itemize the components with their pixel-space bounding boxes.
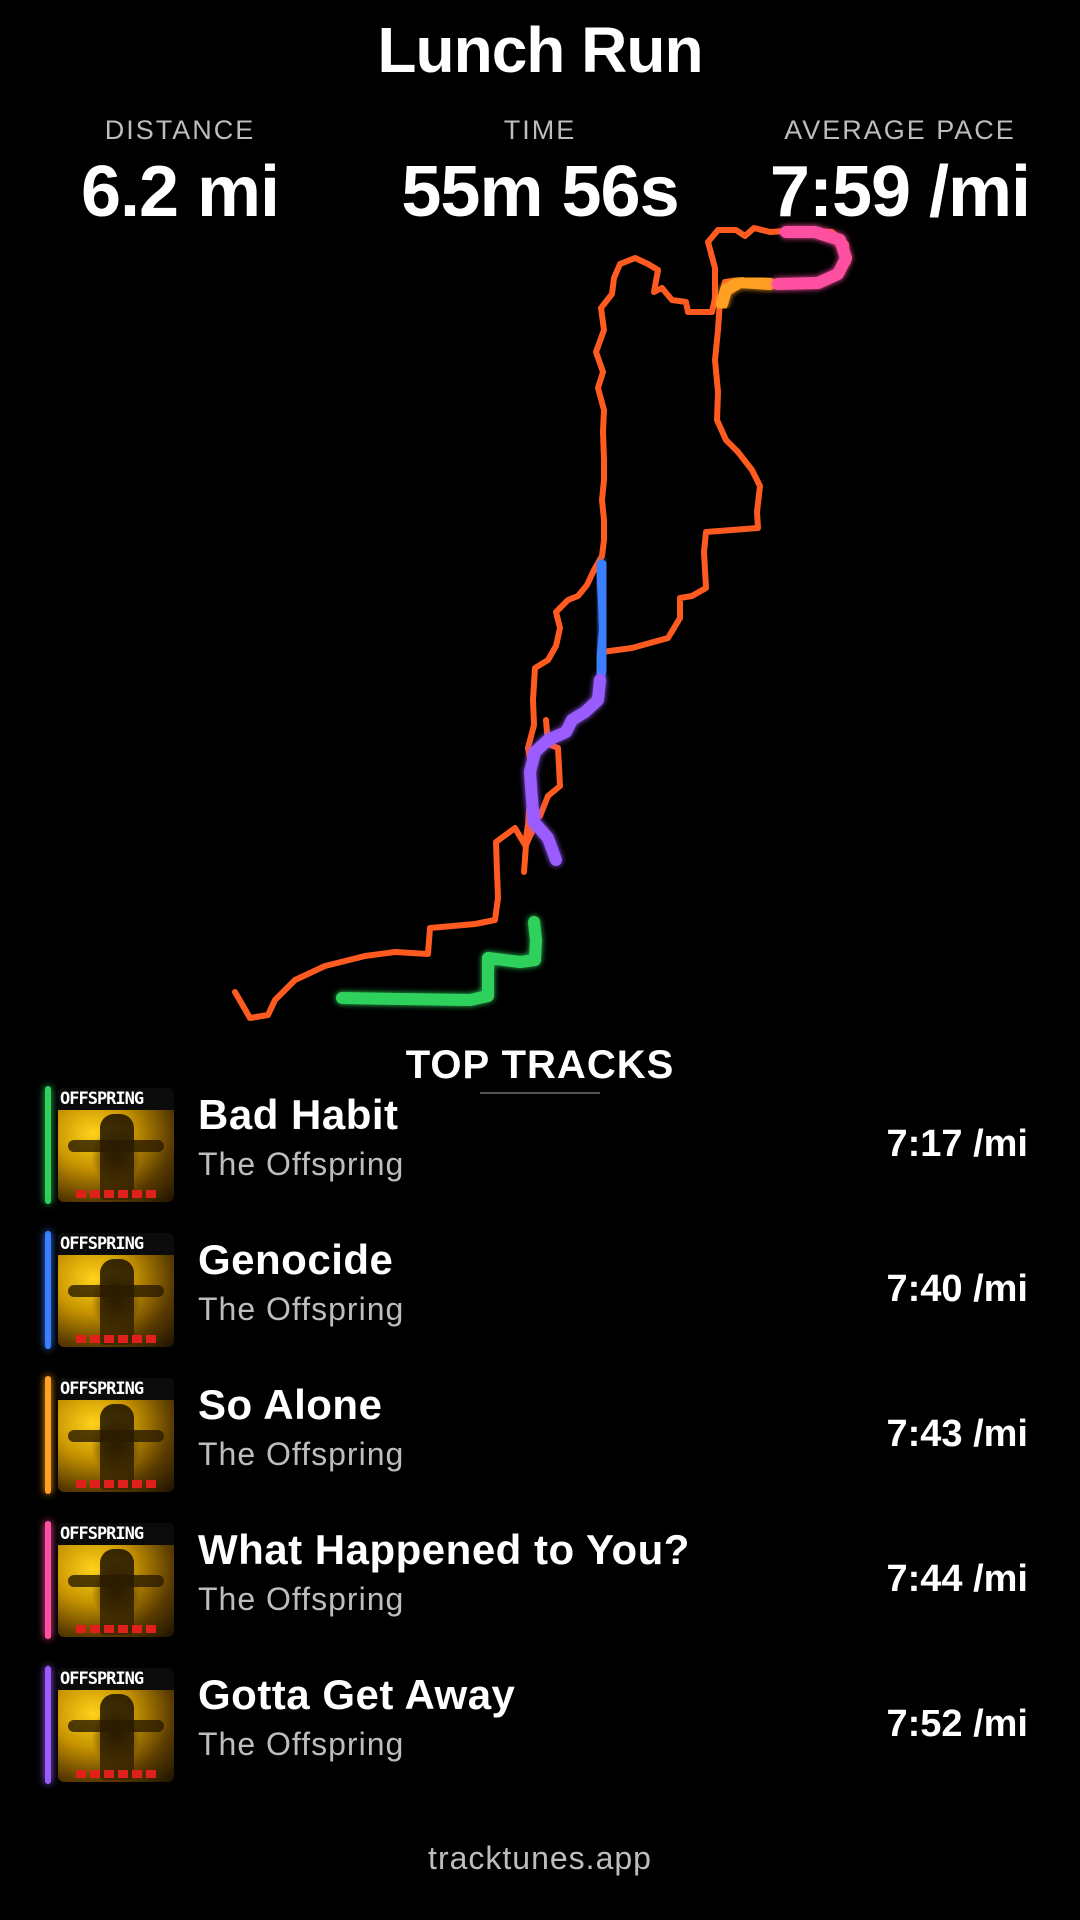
album-art: OFFSPRING: [58, 1378, 174, 1492]
track-row-so-alone[interactable]: OFFSPRING So Alone The Offspring 7:43 /m…: [0, 1376, 1080, 1494]
album-art: OFFSPRING: [58, 1088, 174, 1202]
track-title: Genocide: [198, 1236, 394, 1283]
track-pace: 7:52 /mi: [886, 1703, 1028, 1745]
track-row-gotta-get-away[interactable]: OFFSPRING Gotta Get Away The Offspring 7…: [0, 1666, 1080, 1784]
track-row-genocide[interactable]: OFFSPRING Genocide The Offspring 7:40 /m…: [0, 1231, 1080, 1349]
album-art-text: OFFSPRING: [60, 1669, 144, 1689]
album-art-text: OFFSPRING: [60, 1524, 144, 1544]
album-art-text: OFFSPRING: [60, 1234, 144, 1254]
track-pace: 7:17 /mi: [886, 1123, 1028, 1165]
track-color-bar: [45, 1521, 51, 1639]
track-segment-genocide: [592, 560, 611, 686]
track-title: What Happened to You?: [198, 1526, 690, 1573]
track-color-bar: [45, 1376, 51, 1494]
track-artist: The Offspring: [198, 1726, 405, 1762]
track-segment-what-happened: [772, 226, 852, 290]
track-artist: The Offspring: [198, 1146, 405, 1182]
track-segment-bad-habit: [336, 916, 542, 1006]
track-color-bar: [45, 1666, 51, 1784]
route-path: [232, 225, 851, 1021]
track-pace: 7:43 /mi: [886, 1413, 1028, 1455]
album-art: OFFSPRING: [58, 1233, 174, 1347]
track-artist: The Offspring: [198, 1291, 405, 1327]
track-pace: 7:44 /mi: [886, 1558, 1028, 1600]
top-tracks-heading: TOP TRACKS: [405, 1043, 675, 1087]
track-row-bad-habit[interactable]: OFFSPRING Bad Habit The Offspring 7:17 /…: [0, 1086, 1080, 1204]
album-art-text: OFFSPRING: [60, 1379, 144, 1399]
track-artist: The Offspring: [198, 1436, 405, 1472]
track-artist: The Offspring: [198, 1581, 405, 1617]
footer-link[interactable]: tracktunes.app: [0, 1838, 1080, 1878]
track-title: Gotta Get Away: [198, 1671, 516, 1718]
album-art: OFFSPRING: [58, 1523, 174, 1637]
album-art-text: OFFSPRING: [60, 1089, 144, 1109]
track-row-what-happened[interactable]: OFFSPRING What Happened to You? The Offs…: [0, 1521, 1080, 1639]
track-segment-so-alone: [716, 276, 776, 310]
track-color-bar: [45, 1231, 51, 1349]
route-map: [232, 225, 852, 1021]
album-art: OFFSPRING: [58, 1668, 174, 1782]
track-color-bar: [45, 1086, 51, 1204]
track-title: So Alone: [198, 1381, 383, 1428]
track-title: Bad Habit: [198, 1091, 399, 1138]
track-pace: 7:40 /mi: [886, 1268, 1028, 1310]
track-segment-gotta-get-away: [524, 674, 606, 866]
